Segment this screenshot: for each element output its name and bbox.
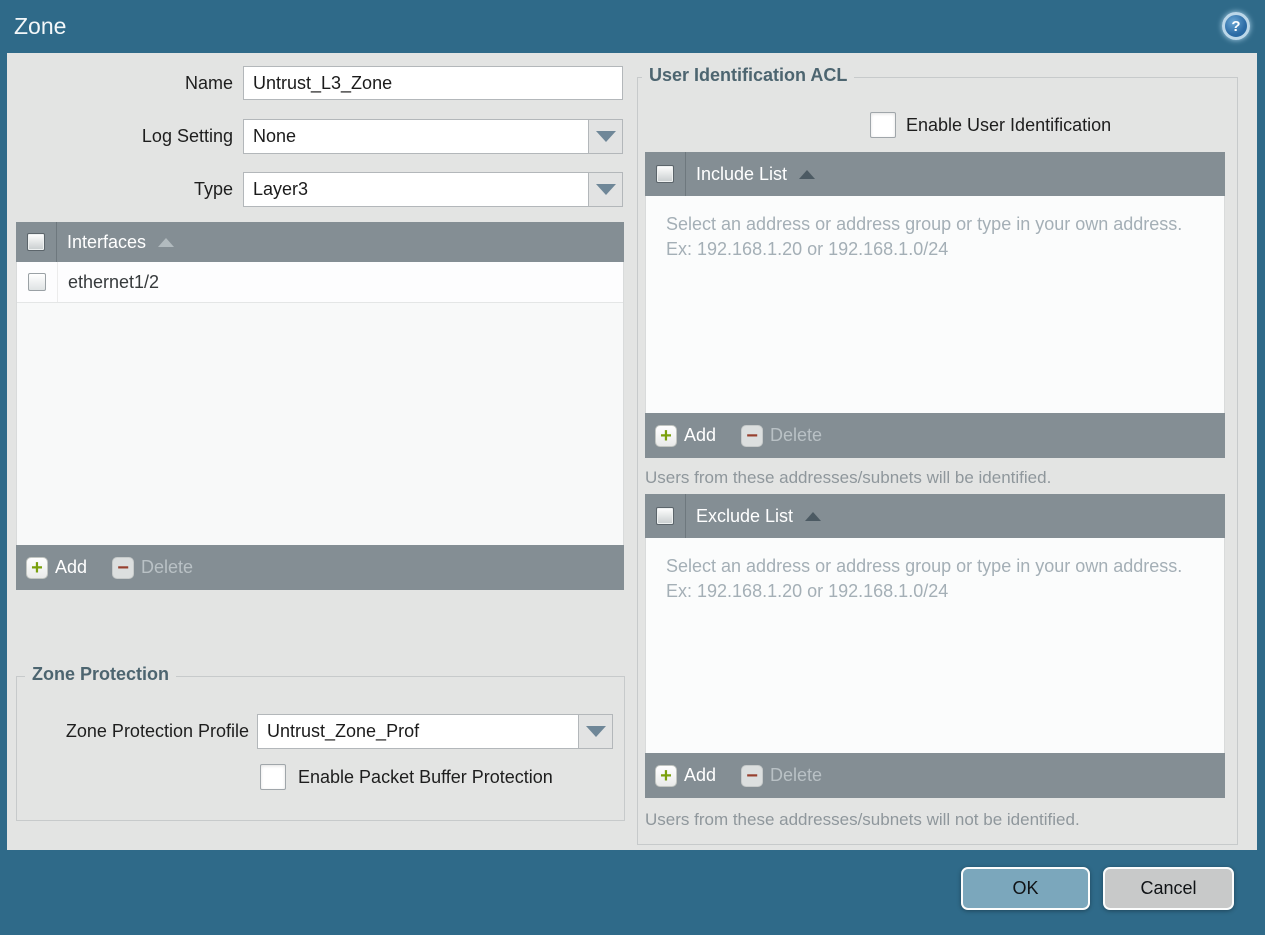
log-setting-dropdown-button[interactable] [589, 119, 623, 154]
help-icon-glyph: ? [1231, 17, 1241, 35]
sort-asc-icon [158, 237, 175, 247]
exclude-list-header-label: Exclude List [696, 505, 794, 526]
exclude-list-placeholder: Select an address or address group or ty… [666, 556, 1183, 601]
exclude-list-header[interactable]: Exclude List [645, 494, 1225, 538]
log-setting-label: Log Setting [141, 126, 233, 146]
zone-protection-profile-label: Zone Protection Profile [65, 721, 249, 741]
add-icon: + [655, 424, 677, 447]
help-icon[interactable]: ? [1222, 12, 1250, 40]
dialog-title: Zone [14, 13, 67, 39]
interface-row[interactable]: ethernet1/2 [17, 262, 623, 303]
interfaces-header-label: Interfaces [67, 231, 147, 252]
type-combo [243, 172, 623, 207]
add-button-label: Add [684, 765, 717, 785]
interfaces-add-button[interactable]: + Add [26, 556, 88, 579]
log-setting-combo [243, 119, 623, 154]
enable-packet-buffer-protection-label: Enable Packet Buffer Protection [298, 767, 553, 787]
delete-button-label: Delete [770, 425, 823, 445]
zone-dialog: Zone ? Name Log Setting Type Interfaces [0, 0, 1265, 935]
include-list-header[interactable]: Include List [645, 152, 1225, 196]
user-identification-acl-legend: User Identification ACL [642, 65, 855, 86]
interface-row-checkbox-cell [17, 262, 58, 302]
chevron-down-icon [595, 131, 616, 142]
delete-icon: − [112, 556, 135, 579]
include-list-delete-button[interactable]: − Delete [741, 424, 823, 447]
chevron-down-icon [595, 184, 616, 195]
zone-protection-profile-dropdown-button[interactable] [579, 714, 613, 749]
exclude-list-caption: Users from these addresses/subnets will … [645, 810, 1080, 829]
include-list-placeholder: Select an address or address group or ty… [666, 214, 1183, 259]
interfaces-table-header[interactable]: Interfaces [16, 222, 624, 262]
log-setting-input[interactable] [243, 119, 589, 154]
zone-protection-profile-input[interactable] [257, 714, 579, 749]
exclude-list-select-all-checkbox[interactable] [656, 507, 674, 525]
zone-protection-legend: Zone Protection [25, 664, 177, 685]
include-list-add-button[interactable]: + Add [655, 424, 717, 447]
include-list-body[interactable]: Select an address or address group or ty… [645, 196, 1225, 413]
add-icon: + [26, 556, 48, 579]
add-button-label: Add [684, 425, 717, 445]
enable-user-identification-checkbox[interactable] [870, 112, 896, 138]
exclude-list-delete-button[interactable]: − Delete [741, 764, 823, 787]
exclude-list-select-all-cell [645, 494, 686, 538]
delete-button-label: Delete [770, 765, 823, 785]
interfaces-select-all-cell [16, 222, 57, 262]
include-list-select-all-cell [645, 152, 686, 196]
include-list-select-all-checkbox[interactable] [656, 165, 674, 183]
add-icon: + [655, 764, 677, 787]
sort-asc-icon [805, 511, 822, 521]
cancel-button[interactable]: Cancel [1103, 867, 1234, 910]
delete-icon: − [741, 424, 764, 447]
interface-name: ethernet1/2 [68, 271, 160, 292]
include-list-caption: Users from these addresses/subnets will … [645, 468, 1052, 487]
enable-user-identification-label: Enable User Identification [906, 115, 1112, 135]
type-label: Type [193, 179, 233, 199]
add-button-label: Add [55, 557, 88, 577]
interfaces-actions-bar: + Add − Delete [16, 545, 624, 590]
zone-protection-profile-combo [257, 714, 613, 749]
delete-icon: − [741, 764, 764, 787]
enable-packet-buffer-protection-checkbox[interactable] [260, 764, 286, 790]
include-list-header-label: Include List [696, 163, 788, 184]
exclude-list-actions-bar: + Add − Delete [645, 753, 1225, 798]
zone-protection-section: Zone Protection Zone Protection Profile … [16, 664, 625, 821]
exclude-list-body[interactable]: Select an address or address group or ty… [645, 538, 1225, 753]
chevron-down-icon [585, 726, 606, 737]
sort-asc-icon [799, 169, 816, 179]
dialog-body: Name Log Setting Type Interfaces [7, 53, 1257, 850]
type-input[interactable] [243, 172, 589, 207]
name-label: Name [184, 73, 233, 93]
exclude-list-add-button[interactable]: + Add [655, 764, 717, 787]
interfaces-select-all-checkbox[interactable] [27, 233, 45, 251]
include-list-actions-bar: + Add − Delete [645, 413, 1225, 458]
type-dropdown-button[interactable] [589, 172, 623, 207]
interfaces-table-body: ethernet1/2 [16, 262, 624, 545]
interfaces-delete-button[interactable]: − Delete [112, 556, 194, 579]
interface-row-checkbox[interactable] [28, 273, 46, 291]
name-input[interactable] [243, 66, 623, 100]
delete-button-label: Delete [141, 557, 194, 577]
ok-button[interactable]: OK [961, 867, 1090, 910]
